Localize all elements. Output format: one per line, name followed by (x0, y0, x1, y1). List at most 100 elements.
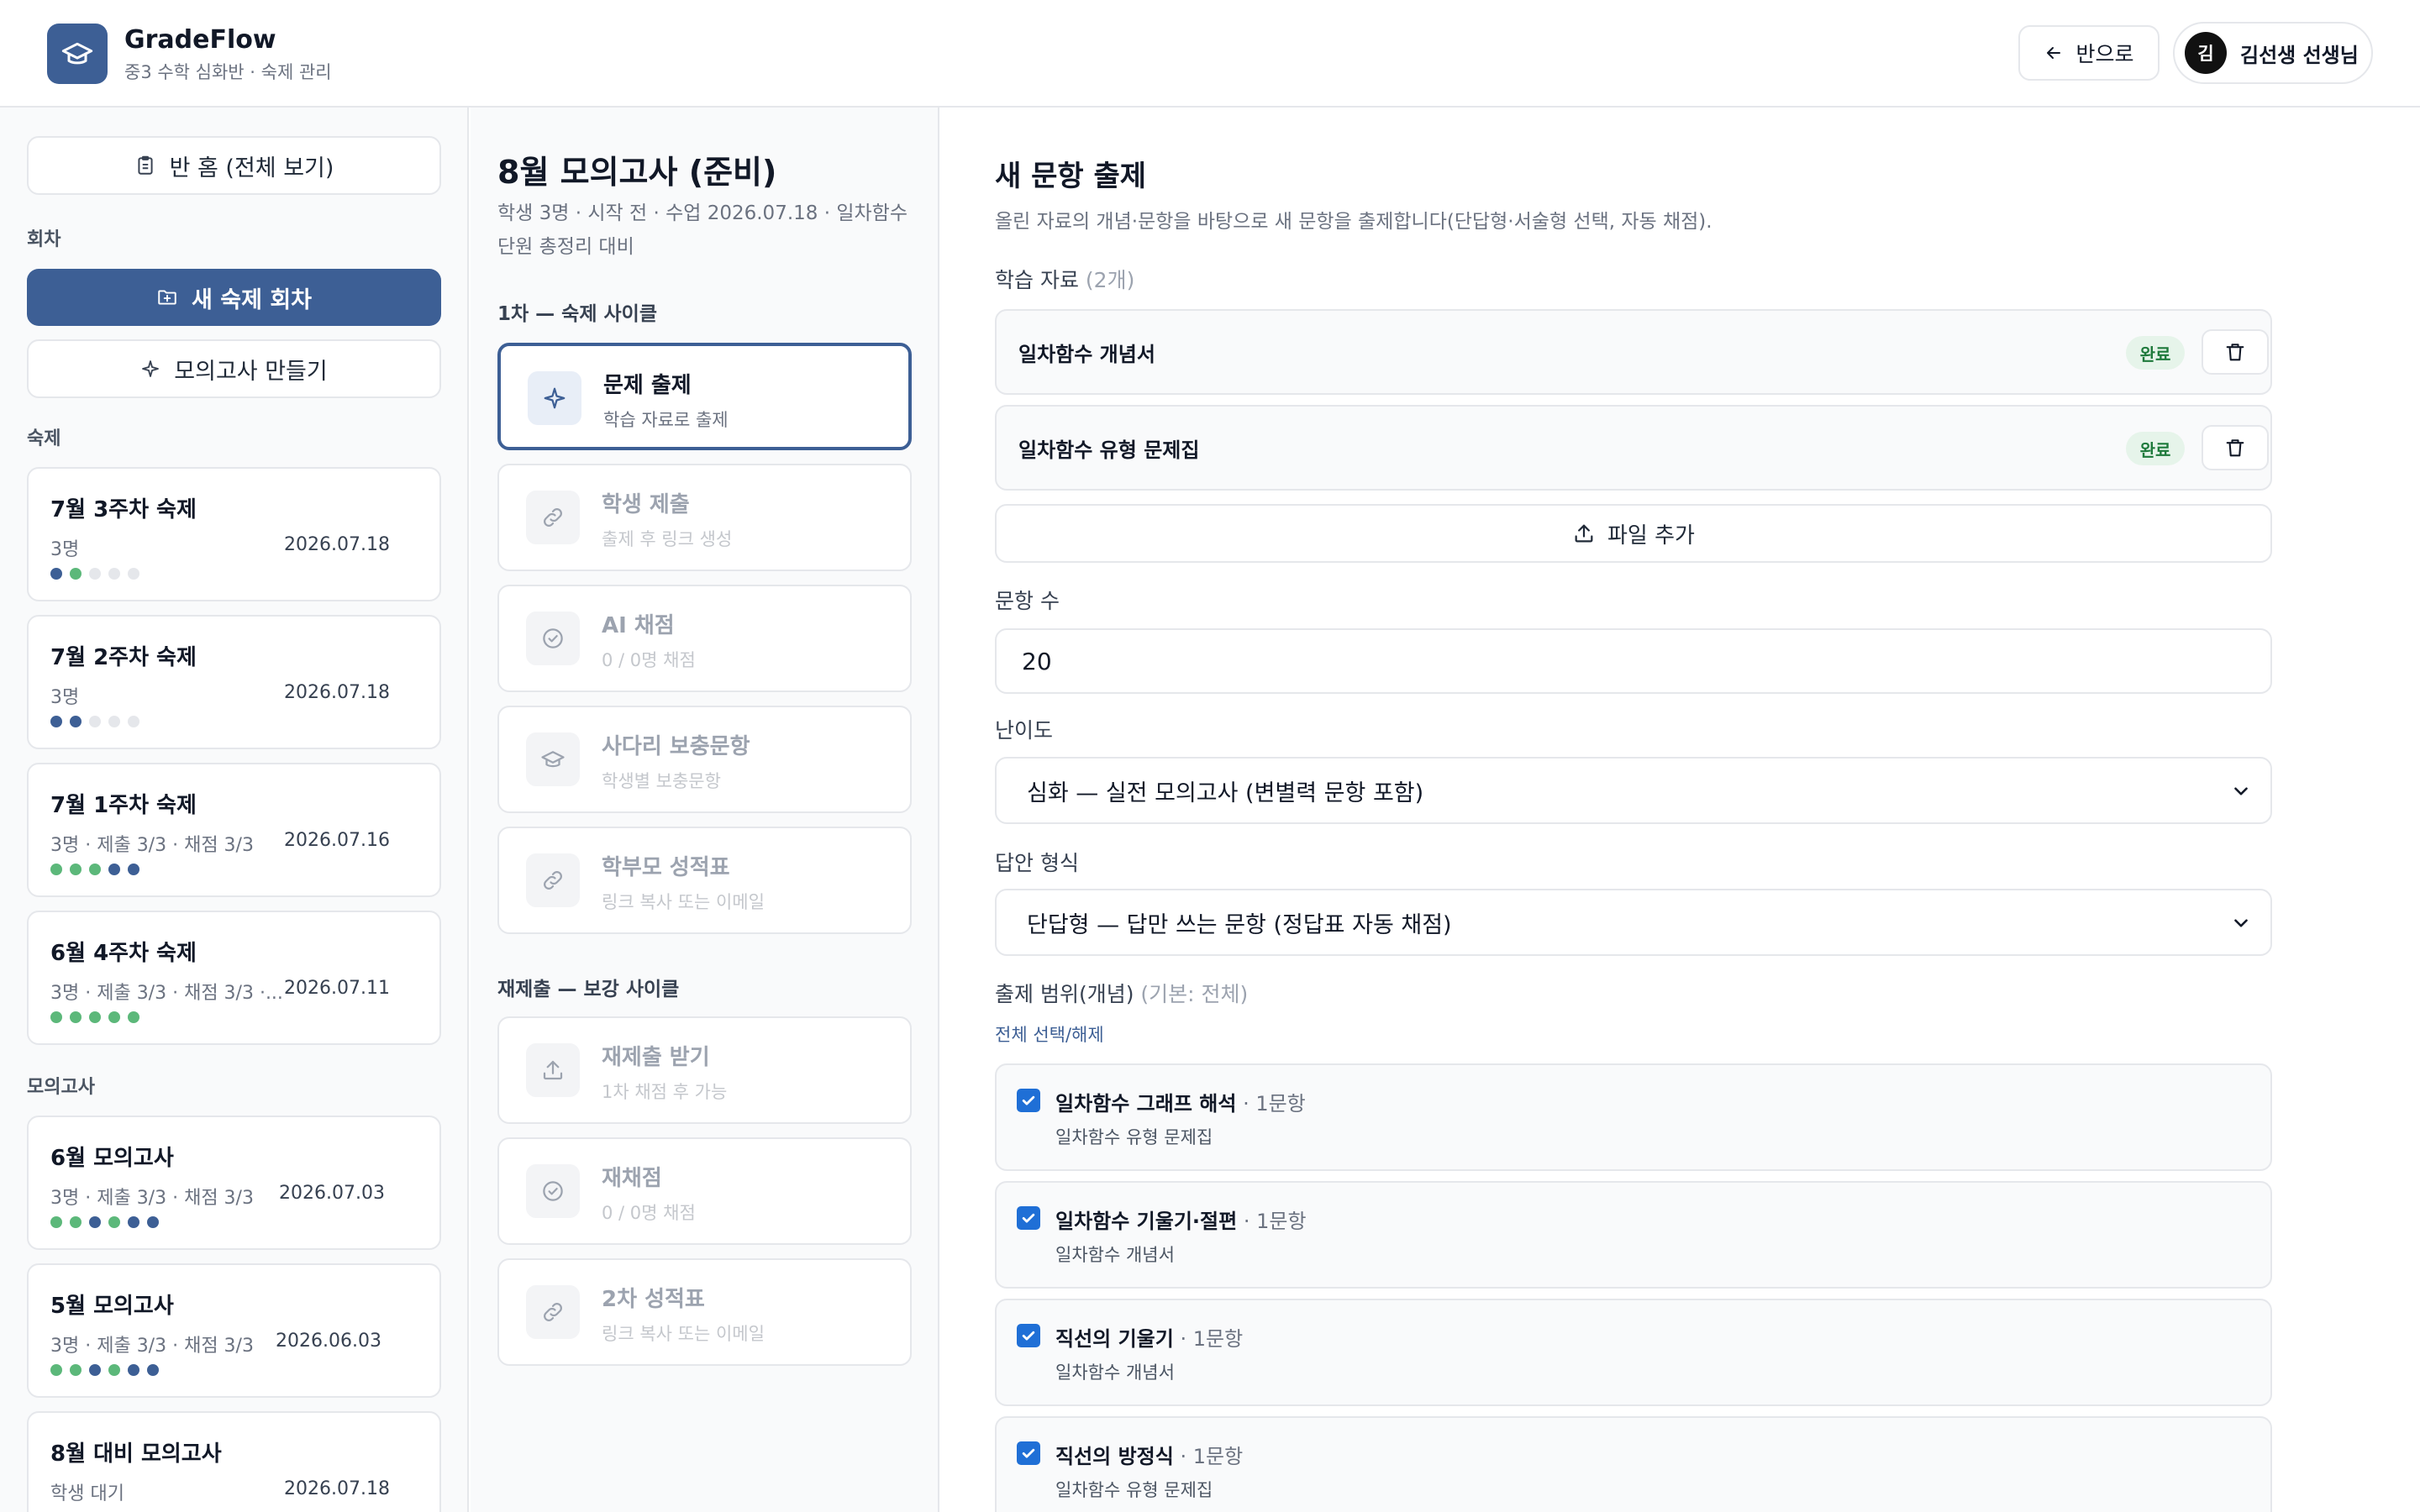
back-button-label: 반으로 (2075, 42, 2134, 66)
concept-count: · 1문항 (1180, 1445, 1244, 1468)
round-card-title: 8월 대비 모의고사 (50, 1441, 222, 1467)
progress-dot (128, 1364, 139, 1376)
progress-dot (89, 568, 101, 580)
concept-source: 일차함수 개념서 (1055, 1245, 1175, 1265)
delete-material-button[interactable] (2202, 425, 2269, 470)
workflow-step[interactable]: 재채점 0 / 0명 채점 (497, 1137, 912, 1245)
round-title: 8월 모의고사 (준비) (497, 154, 777, 191)
concept-checkbox[interactable] (1017, 1441, 1040, 1465)
concept-count: · 1문항 (1180, 1327, 1244, 1351)
workflow-step-subtitle: 학생별 보충문항 (602, 771, 721, 791)
toggle-all-link[interactable]: 전체 선택/해제 (995, 1021, 1104, 1047)
check-icon (1022, 1331, 1035, 1341)
progress-dot (108, 716, 120, 727)
new-round-label: 새 숙제 회차 (192, 286, 312, 313)
back-to-class-button[interactable]: 반으로 (2018, 25, 2160, 81)
round-card-meta: 3명 · 제출 3/3 · 채점 3/3 ·... (50, 983, 283, 1004)
round-card-meta: 3명 (50, 539, 80, 560)
round-card-date: 2026.07.16 (284, 830, 390, 851)
round-card-title: 6월 4주차 숙제 (50, 941, 197, 966)
workflow-step[interactable]: 문제 출제 학습 자료로 출제 (497, 343, 912, 450)
sparkle-icon (528, 371, 581, 425)
status-badge: 완료 (2126, 336, 2185, 370)
app-name: GradeFlow (124, 25, 276, 55)
concept-name: 일차함수 그래프 해석 (1055, 1092, 1237, 1116)
progress-dot (89, 716, 101, 727)
check-icon (1022, 1213, 1035, 1223)
round-card[interactable]: 5월 모의고사 3명 · 제출 3/3 · 채점 3/3 2026.06.03 (27, 1263, 441, 1398)
concept-checkbox[interactable] (1017, 1089, 1040, 1112)
progress-dot (50, 716, 62, 727)
progress-dot (128, 568, 139, 580)
round-card[interactable]: 6월 4주차 숙제 3명 · 제출 3/3 · 채점 3/3 ·... 2026.0… (27, 911, 441, 1045)
concept-item: 일차함수 기울기·절편 · 1문항일차함수 개념서 (995, 1181, 2272, 1289)
round-card[interactable]: 6월 모의고사 3명 · 제출 3/3 · 채점 3/3 2026.07.03 (27, 1116, 441, 1250)
material-name: 일차함수 유형 문제집 (1018, 438, 1200, 462)
progress-dot (50, 1011, 62, 1023)
workflow-step-title: 사다리 보충문항 (602, 734, 750, 759)
round-card[interactable]: 7월 3주차 숙제 3명 2026.07.18 (27, 467, 441, 601)
make-mock-exam-label: 모의고사 만들기 (174, 358, 328, 385)
answer-format-select[interactable]: 단답형 — 답만 쓰는 문항 (정답표 자동 채점) (995, 889, 2272, 956)
status-badge: 완료 (2126, 432, 2185, 465)
workflow-step[interactable]: 사다리 보충문항학생별 보충문항 (497, 706, 912, 813)
workflow-step[interactable]: 학생 제출 출제 후 링크 생성 (497, 464, 912, 571)
user-menu-button[interactable]: 김 김선생 선생님 (2173, 22, 2373, 84)
mock-section-label: 모의고사 (27, 1077, 95, 1098)
progress-dot (128, 1011, 139, 1023)
question-count-input[interactable] (995, 628, 2272, 694)
material-row: 일차함수 개념서 완료 (995, 309, 2272, 395)
progress-dots (50, 1011, 139, 1023)
progress-dot (89, 1011, 101, 1023)
answer-format-value: 단답형 — 답만 쓰는 문항 (정답표 자동 채점) (1027, 911, 1452, 938)
add-file-button[interactable]: 파일 추가 (995, 504, 2272, 563)
workflow-step-subtitle: 출제 후 링크 생성 (602, 529, 733, 549)
question-generation-panel: 새 문항 출제 올린 자료의 개념·문항을 바탕으로 새 문항을 출제합니다(단… (941, 108, 2420, 1512)
progress-dot (70, 1216, 82, 1228)
progress-dot (70, 1364, 82, 1376)
check-icon (1022, 1448, 1035, 1458)
upload-icon (1575, 524, 1593, 543)
add-file-label: 파일 추가 (1607, 522, 1695, 549)
round-card-title: 6월 모의고사 (50, 1146, 174, 1171)
progress-dot (128, 864, 139, 875)
workflow-step[interactable]: 2차 성적표 링크 복사 또는 이메일 (497, 1258, 912, 1366)
workflow-step-title: 재채점 (602, 1166, 662, 1191)
progress-dot (89, 864, 101, 875)
concept-name: 일차함수 기울기·절편 (1055, 1210, 1238, 1233)
concept-count: · 1문항 (1243, 1210, 1307, 1233)
concept-checkbox[interactable] (1017, 1206, 1040, 1230)
progress-dot (89, 1216, 101, 1228)
concept-checkbox[interactable] (1017, 1324, 1040, 1347)
new-round-button[interactable]: 새 숙제 회차 (27, 269, 441, 326)
round-card[interactable]: 7월 1주차 숙제 3명 · 제출 3/3 · 채점 3/3 2026.07.16 (27, 763, 441, 897)
class-home-button[interactable]: 반 홈 (전체 보기) (27, 136, 441, 195)
link-icon (526, 1285, 580, 1339)
round-card-date: 2026.07.11 (284, 978, 390, 999)
delete-material-button[interactable] (2202, 329, 2269, 375)
workflow-step-title: 문제 출제 (603, 373, 692, 398)
rounds-section-label: 회차 (27, 229, 61, 250)
workflow-step-title: 재제출 받기 (602, 1045, 710, 1070)
workflow-step[interactable]: 재제출 받기 1차 채점 후 가능 (497, 1016, 912, 1124)
cycle-section-1: 1차 — 숙제 사이클 (497, 303, 657, 325)
trash-icon (2226, 344, 2244, 361)
difficulty-select[interactable]: 심화 — 실전 모의고사 (변별력 문항 포함) (995, 757, 2272, 824)
concept-item: 일차함수 그래프 해석 · 1문항 일차함수 유형 문제집 (995, 1063, 2272, 1171)
round-card[interactable]: 8월 대비 모의고사 학생 대기 2026.07.18 (27, 1411, 441, 1512)
progress-dots (50, 1364, 159, 1376)
check-circle-icon (526, 1164, 580, 1218)
make-mock-exam-button[interactable]: 모의고사 만들기 (27, 339, 441, 398)
concept-title: 직선의 방정식 · 1문항 (1055, 1440, 1243, 1469)
round-card-meta: 3명 · 제출 3/3 · 채점 3/3 (50, 1188, 254, 1209)
concept-title: 일차함수 기울기·절편 · 1문항 (1055, 1205, 1307, 1234)
user-name: 김선생 선생님 (2240, 43, 2359, 67)
link-icon (526, 491, 580, 544)
round-card[interactable]: 7월 2주차 숙제 3명 2026.07.18 (27, 615, 441, 749)
workflow-step-title: AI 채점 (602, 613, 675, 638)
progress-dot (108, 568, 120, 580)
graduation-cap-logo-icon (47, 24, 108, 84)
rounds-sidebar: 반 홈 (전체 보기) 회차 새 숙제 회차 모의고사 만들기 숙제 7월 3주… (0, 108, 469, 1512)
workflow-step[interactable]: 학부모 성적표 링크 복사 또는 이메일 (497, 827, 912, 934)
workflow-step[interactable]: AI 채점 0 / 0명 채점 (497, 585, 912, 692)
